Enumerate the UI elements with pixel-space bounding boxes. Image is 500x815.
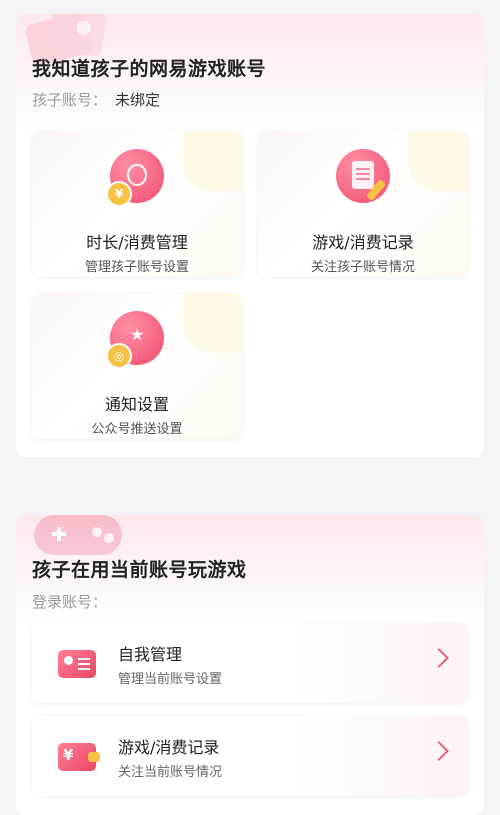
- chevron-right-icon: [429, 648, 449, 668]
- row-self-management[interactable]: 自我管理 管理当前账号设置: [32, 623, 468, 703]
- child-account-card: 我知道孩子的网易游戏账号 孩子账号： 未绑定 ¥ 时长/消费管理 管理孩子账号设置…: [16, 14, 484, 457]
- account-value: 未绑定: [115, 91, 161, 109]
- current-account-card: 孩子在用当前账号玩游戏 登录账号： 自我管理 管理当前账号设置 ¥ 游戏/消费记…: [16, 515, 484, 815]
- tile-notification-settings[interactable]: ★ ◎ 通知设置 公众号推送设置: [32, 293, 242, 439]
- tile-game-spend-records[interactable]: 游戏/消费记录 关注孩子账号情况: [258, 131, 468, 277]
- notification-icon: ★ ◎: [106, 311, 164, 369]
- tile-time-spend-management[interactable]: ¥ 时长/消费管理 管理孩子账号设置: [32, 131, 242, 277]
- chevron-right-icon: [429, 741, 449, 761]
- section-title: 我知道孩子的网易游戏账号: [32, 58, 267, 80]
- tile-subtitle: 管理孩子账号设置: [84, 260, 189, 275]
- row-title: 游戏/消费记录: [118, 738, 220, 757]
- wallet-icon: ¥: [58, 743, 100, 771]
- tile-title: 游戏/消费记录: [312, 233, 414, 252]
- account-label: 孩子账号：: [32, 91, 108, 109]
- tile-subtitle: 关注孩子账号情况: [310, 260, 415, 275]
- section-title: 孩子在用当前账号玩游戏: [32, 559, 247, 581]
- tile-subtitle: 公众号推送设置: [91, 422, 183, 437]
- login-account-label: 登录账号：: [32, 593, 108, 611]
- record-icon: [336, 149, 390, 203]
- id-card-icon: [58, 650, 96, 678]
- row-subtitle: 管理当前账号设置: [118, 672, 223, 687]
- tile-title: 时长/消费管理: [86, 233, 188, 252]
- timer-icon: ¥: [106, 149, 164, 207]
- row-game-spend-records[interactable]: ¥ 游戏/消费记录 关注当前账号情况: [32, 716, 468, 796]
- row-subtitle: 关注当前账号情况: [118, 765, 223, 780]
- child-account-status: 孩子账号： 未绑定: [32, 89, 160, 110]
- row-title: 自我管理: [118, 645, 183, 664]
- gamepad-icon: [26, 515, 124, 557]
- tile-title: 通知设置: [104, 395, 169, 414]
